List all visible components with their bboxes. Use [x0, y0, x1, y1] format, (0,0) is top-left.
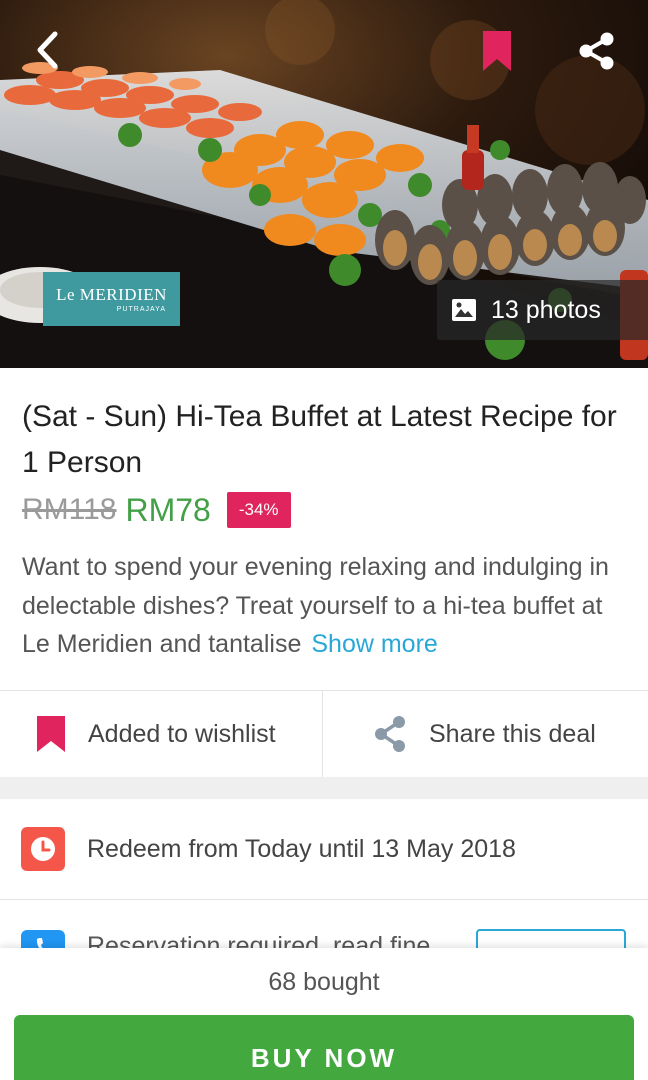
merchant-logo: Le MERIDIEN PUTRAJAYA — [43, 272, 180, 326]
deal-price: RM78 — [125, 491, 211, 528]
back-button[interactable] — [26, 28, 70, 72]
buy-now-label: BUY NOW — [250, 1043, 398, 1073]
hero-photo[interactable]: Le MERIDIEN PUTRAJAYA 13 photos — [0, 0, 648, 368]
logo-subtext: PUTRAJAYA — [116, 306, 166, 313]
share-deal-button[interactable]: Share this deal — [323, 691, 648, 777]
show-more-link[interactable]: Show more — [311, 630, 437, 658]
share-icon — [579, 32, 614, 70]
chevron-left-icon — [37, 31, 58, 69]
share-button[interactable] — [574, 28, 620, 74]
action-row: Added to wishlist Share this deal — [0, 691, 648, 777]
section-separator — [0, 777, 648, 799]
image-icon — [451, 298, 477, 322]
bookmark-button[interactable] — [476, 28, 518, 74]
photos-count-button[interactable]: 13 photos — [437, 280, 648, 340]
buy-now-button[interactable]: BUY NOW — [14, 1015, 634, 1080]
bookmark-icon — [483, 31, 511, 71]
redeem-text: Redeem from Today until 13 May 2018 — [87, 834, 516, 863]
redeem-info-row: Redeem from Today until 13 May 2018 — [0, 799, 648, 899]
bought-count: 68 bought — [268, 968, 380, 996]
share-deal-label: Share this deal — [429, 719, 596, 748]
wishlist-label: Added to wishlist — [88, 719, 276, 748]
deal-description: Want to spend your evening relaxing and … — [22, 548, 632, 664]
logo-name: Le MERIDIEN — [56, 285, 167, 304]
price-row: RM118 RM78 -34% — [22, 490, 291, 530]
photos-count-label: 13 photos — [491, 295, 601, 324]
clock-icon — [21, 827, 65, 871]
deal-title: (Sat - Sun) Hi-Tea Buffet at Latest Reci… — [22, 400, 617, 479]
wishlist-button[interactable]: Added to wishlist — [0, 691, 323, 777]
original-price: RM118 — [22, 493, 117, 526]
discount-badge: -34% — [226, 492, 291, 528]
bookmark-icon — [37, 716, 65, 752]
purchase-bar: 68 bought BUY NOW — [0, 948, 648, 1080]
share-icon — [375, 716, 405, 752]
